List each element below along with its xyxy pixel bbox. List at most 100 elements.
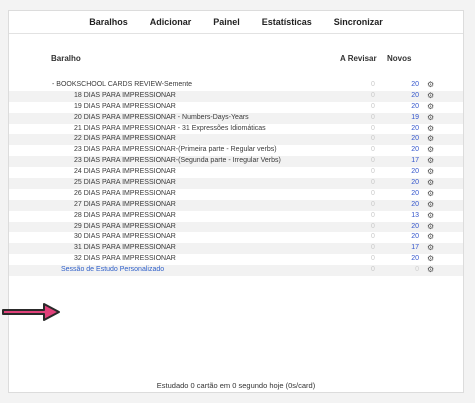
gear-icon[interactable]: ⚙ xyxy=(427,113,434,124)
deck-row-16[interactable]: 32 DIAS PARA IMPRESSIONAR 0 20 ⚙ xyxy=(9,254,463,265)
main-window: Baralhos Adicionar Painel Estatísticas S… xyxy=(8,10,464,393)
new-count: 20 xyxy=(411,168,419,176)
deck-row-2[interactable]: 19 DIAS PARA IMPRESSIONAR 0 20 ⚙ xyxy=(9,102,463,113)
deck-name[interactable]: 27 DIAS PARA IMPRESSIONAR xyxy=(74,200,176,211)
new-count: 20 xyxy=(411,124,419,132)
due-count: 0 xyxy=(371,135,375,143)
due-count: 0 xyxy=(371,91,375,99)
toolbar-divider xyxy=(9,33,463,34)
deck-row-14[interactable]: 30 DIAS PARA IMPRESSIONAR 0 20 ⚙ xyxy=(9,232,463,243)
deck-name[interactable]: 23 DIAS PARA IMPRESSIONAR-(Primeira part… xyxy=(74,145,277,156)
gear-icon[interactable]: ⚙ xyxy=(427,102,434,113)
deck-row-13[interactable]: 29 DIAS PARA IMPRESSIONAR 0 20 ⚙ xyxy=(9,221,463,233)
new-count: 20 xyxy=(411,200,419,208)
deck-row-9[interactable]: 25 DIAS PARA IMPRESSIONAR 0 20 ⚙ xyxy=(9,178,463,189)
new-count: 19 xyxy=(411,113,419,121)
new-count: 17 xyxy=(411,244,419,252)
gear-icon[interactable]: ⚙ xyxy=(427,80,434,91)
arrow-icon xyxy=(2,303,60,321)
new-count: 20 xyxy=(411,102,419,110)
deck-row-custom-study[interactable]: Sessão de Estudo Personalizado 0 0 ⚙ xyxy=(9,265,463,277)
gear-icon[interactable]: ⚙ xyxy=(427,200,434,211)
due-count: 0 xyxy=(371,157,375,165)
new-count: 20 xyxy=(411,189,419,197)
gear-icon[interactable]: ⚙ xyxy=(427,232,434,243)
deck-row-12[interactable]: 28 DIAS PARA IMPRESSIONAR 0 13 ⚙ xyxy=(9,211,463,222)
new-count: 13 xyxy=(411,211,419,219)
due-count: 0 xyxy=(371,102,375,110)
gear-icon[interactable]: ⚙ xyxy=(427,156,434,167)
arrow-icon-shape xyxy=(2,303,60,321)
toolbar-decks[interactable]: Baralhos xyxy=(89,17,128,27)
deck-name[interactable]: 32 DIAS PARA IMPRESSIONAR xyxy=(74,254,176,265)
due-count: 0 xyxy=(371,211,375,219)
deck-name[interactable]: 25 DIAS PARA IMPRESSIONAR xyxy=(74,178,176,189)
deck-name[interactable]: 24 DIAS PARA IMPRESSIONAR xyxy=(74,167,176,178)
deck-row-4[interactable]: 21 DIAS PARA IMPRESSIONAR - 31 Expressõe… xyxy=(9,124,463,135)
new-count: 20 xyxy=(411,179,419,187)
deck-name[interactable]: 23 DIAS PARA IMPRESSIONAR-(Segunda parte… xyxy=(74,156,281,167)
new-count: 0 xyxy=(415,266,419,274)
deck-name[interactable]: 18 DIAS PARA IMPRESSIONAR xyxy=(74,91,176,102)
toolbar-stats[interactable]: Estatísticas xyxy=(262,17,312,27)
due-count: 0 xyxy=(371,168,375,176)
due-count: 0 xyxy=(371,233,375,241)
deck-row-5[interactable]: 22 DIAS PARA IMPRESSIONAR 0 20 ⚙ xyxy=(9,134,463,146)
gear-icon[interactable]: ⚙ xyxy=(427,243,434,254)
gear-icon[interactable]: ⚙ xyxy=(427,189,434,200)
gear-icon[interactable]: ⚙ xyxy=(427,145,434,156)
deck-name[interactable]: 21 DIAS PARA IMPRESSIONAR - 31 Expressõe… xyxy=(74,124,266,135)
deck-name[interactable]: 22 DIAS PARA IMPRESSIONAR xyxy=(74,134,176,145)
deck-name[interactable]: 29 DIAS PARA IMPRESSIONAR xyxy=(74,222,176,233)
column-due: A Revisar xyxy=(340,54,377,63)
deck-row-1[interactable]: 18 DIAS PARA IMPRESSIONAR 0 20 ⚙ xyxy=(9,90,463,102)
toolbar-browse[interactable]: Painel xyxy=(213,17,240,27)
deck-name[interactable]: 28 DIAS PARA IMPRESSIONAR xyxy=(74,211,176,222)
gear-icon[interactable]: ⚙ xyxy=(427,222,434,233)
gear-icon[interactable]: ⚙ xyxy=(427,124,434,135)
deck-name[interactable]: 31 DIAS PARA IMPRESSIONAR xyxy=(74,243,176,254)
gear-icon[interactable]: ⚙ xyxy=(427,134,434,145)
deck-table-header: Baralho A Revisar Novos xyxy=(9,54,463,66)
due-count: 0 xyxy=(371,124,375,132)
column-new: Novos xyxy=(387,54,412,63)
gear-icon[interactable]: ⚙ xyxy=(427,254,434,265)
new-count: 20 xyxy=(411,255,419,263)
gear-icon[interactable]: ⚙ xyxy=(427,167,434,178)
deck-name[interactable]: 26 DIAS PARA IMPRESSIONAR xyxy=(74,189,176,200)
due-count: 0 xyxy=(371,113,375,121)
toolbar-sync[interactable]: Sincronizar xyxy=(334,17,383,27)
study-summary: Estudado 0 cartão em 0 segundo hoje (0s/… xyxy=(156,381,316,390)
deck-row-3[interactable]: 20 DIAS PARA IMPRESSIONAR - Numbers-Days… xyxy=(9,112,463,124)
top-toolbar: Baralhos Adicionar Painel Estatísticas S… xyxy=(9,11,463,33)
new-count: 20 xyxy=(411,222,419,230)
gear-icon[interactable]: ⚙ xyxy=(427,91,434,102)
due-count: 0 xyxy=(371,81,375,88)
toolbar-add[interactable]: Adicionar xyxy=(150,17,192,27)
due-count: 0 xyxy=(371,200,375,208)
gear-icon[interactable]: ⚙ xyxy=(427,178,434,189)
deck-row-10[interactable]: 26 DIAS PARA IMPRESSIONAR 0 20 ⚙ xyxy=(9,189,463,200)
due-count: 0 xyxy=(371,189,375,197)
deck-name[interactable]: - BOOKSCHOOL CARDS REVIEW-Semente xyxy=(52,80,192,91)
due-count: 0 xyxy=(371,244,375,252)
due-count: 0 xyxy=(371,255,375,263)
due-count: 0 xyxy=(371,146,375,154)
gear-icon[interactable]: ⚙ xyxy=(427,265,434,276)
gear-icon[interactable]: ⚙ xyxy=(427,211,434,222)
deck-row-8[interactable]: 24 DIAS PARA IMPRESSIONAR 0 20 ⚙ xyxy=(9,167,463,178)
deck-row-15[interactable]: 31 DIAS PARA IMPRESSIONAR 0 17 ⚙ xyxy=(9,243,463,255)
deck-row-7[interactable]: 23 DIAS PARA IMPRESSIONAR-(Segunda parte… xyxy=(9,156,463,168)
new-count: 20 xyxy=(411,81,419,88)
deck-name[interactable]: 19 DIAS PARA IMPRESSIONAR xyxy=(74,102,176,113)
deck-row-11[interactable]: 27 DIAS PARA IMPRESSIONAR 0 20 ⚙ xyxy=(9,199,463,211)
new-count: 20 xyxy=(411,233,419,241)
deck-name[interactable]: Sessão de Estudo Personalizado xyxy=(61,265,164,276)
deck-row-6[interactable]: 23 DIAS PARA IMPRESSIONAR-(Primeira part… xyxy=(9,145,463,156)
new-count: 20 xyxy=(411,135,419,143)
new-count: 20 xyxy=(411,91,419,99)
deck-name[interactable]: 20 DIAS PARA IMPRESSIONAR - Numbers-Days… xyxy=(74,113,249,124)
deck-name[interactable]: 30 DIAS PARA IMPRESSIONAR xyxy=(74,232,176,243)
deck-row-0[interactable]: - BOOKSCHOOL CARDS REVIEW-Semente 0 20 ⚙ xyxy=(9,80,463,91)
due-count: 0 xyxy=(371,266,375,274)
